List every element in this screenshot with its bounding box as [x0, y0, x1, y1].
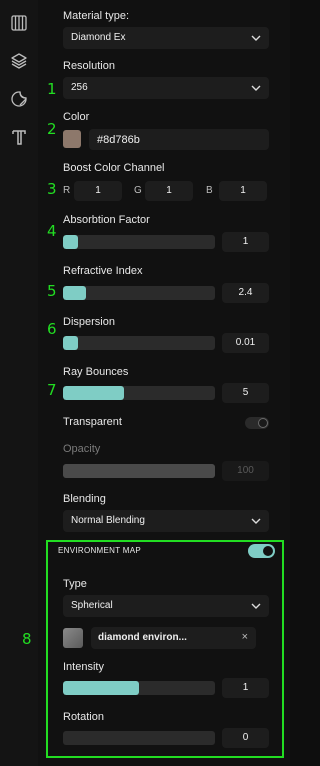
intensity-slider-fill: [63, 681, 139, 695]
material-type-select[interactable]: Diamond Ex: [63, 27, 269, 49]
blending-value: Normal Blending: [71, 515, 145, 526]
absorption-slider-fill: [63, 235, 79, 249]
transparent-toggle[interactable]: [245, 417, 269, 429]
environment-map-toggle[interactable]: [248, 544, 275, 558]
rotation-slider[interactable]: [63, 731, 215, 745]
rotation-label: Rotation: [63, 711, 104, 723]
color-label: Color: [63, 111, 90, 123]
intensity-slider[interactable]: [63, 681, 215, 695]
annotation-8: 8: [22, 630, 32, 648]
color-swatch[interactable]: [63, 130, 81, 148]
absorption-input[interactable]: 1: [222, 232, 269, 252]
env-map-file-name: diamond environ...: [98, 632, 187, 643]
sidebar: [0, 0, 39, 766]
environment-map-title: ENVIRONMENT MAP: [58, 546, 142, 555]
opacity-label: Opacity: [63, 443, 101, 455]
annotation-1: 1: [47, 80, 57, 98]
g-channel-label: G: [134, 185, 142, 196]
color-hex-input[interactable]: #8d786b: [89, 129, 269, 150]
opacity-input[interactable]: 100: [222, 461, 269, 481]
material-type-label: Material type:: [63, 10, 130, 22]
b-channel-label: B: [206, 185, 213, 196]
color-hex-value: #8d786b: [97, 134, 140, 146]
ray-bounces-slider-fill: [63, 386, 124, 400]
chevron-down-icon: [251, 85, 261, 91]
dispersion-input[interactable]: 0.01: [222, 333, 269, 353]
refractive-input[interactable]: 2.4: [222, 283, 269, 303]
material-type-value: Diamond Ex: [71, 32, 126, 43]
layers-icon[interactable]: [10, 52, 28, 70]
b-channel-input[interactable]: 1: [219, 181, 267, 201]
annotation-2: 2: [47, 120, 57, 138]
dispersion-slider[interactable]: [63, 336, 215, 350]
environment-map-highlight: [46, 540, 284, 758]
annotation-4: 4: [47, 222, 57, 240]
dispersion-label: Dispersion: [63, 316, 115, 328]
rotation-input[interactable]: 0: [222, 728, 269, 748]
chevron-down-icon: [251, 35, 261, 41]
env-type-label: Type: [63, 578, 87, 590]
r-channel-label: R: [63, 185, 71, 196]
dispersion-slider-fill: [63, 336, 79, 350]
refractive-slider[interactable]: [63, 286, 215, 300]
ray-bounces-slider[interactable]: [63, 386, 215, 400]
intensity-input[interactable]: 1: [222, 678, 269, 698]
toggle-knob: [258, 418, 268, 428]
close-icon[interactable]: ×: [242, 631, 248, 643]
absorption-slider[interactable]: [63, 235, 215, 249]
g-channel-input[interactable]: 1: [145, 181, 193, 201]
chevron-down-icon: [251, 603, 261, 609]
env-map-thumbnail[interactable]: [63, 628, 83, 648]
blending-label: Blending: [63, 493, 106, 505]
resolution-value: 256: [71, 82, 88, 93]
text-icon[interactable]: [10, 128, 28, 146]
annotation-5: 5: [47, 282, 57, 300]
refractive-slider-fill: [63, 286, 86, 300]
annotation-6: 6: [47, 320, 57, 338]
sticker-icon[interactable]: [10, 90, 28, 108]
intensity-label: Intensity: [63, 661, 104, 673]
opacity-slider-fill: [63, 464, 215, 478]
refractive-label: Refractive Index: [63, 265, 143, 277]
boost-color-label: Boost Color Channel: [63, 162, 165, 174]
r-channel-input[interactable]: 1: [74, 181, 122, 201]
env-map-file[interactable]: diamond environ... ×: [91, 627, 256, 649]
transparent-label: Transparent: [63, 416, 122, 428]
annotation-7: 7: [47, 381, 57, 399]
ray-bounces-label: Ray Bounces: [63, 366, 129, 378]
absorption-label: Absorbtion Factor: [63, 214, 150, 226]
annotation-3: 3: [47, 180, 57, 198]
blending-select[interactable]: Normal Blending: [63, 510, 269, 532]
env-type-value: Spherical: [71, 600, 113, 611]
chevron-down-icon: [251, 518, 261, 524]
resolution-label: Resolution: [63, 60, 115, 72]
resolution-select[interactable]: 256: [63, 77, 269, 99]
ray-bounces-input[interactable]: 5: [222, 383, 269, 403]
panel-grid-icon[interactable]: [10, 14, 28, 32]
opacity-slider[interactable]: [63, 464, 215, 478]
env-type-select[interactable]: Spherical: [63, 595, 269, 617]
toggle-knob: [263, 546, 273, 556]
